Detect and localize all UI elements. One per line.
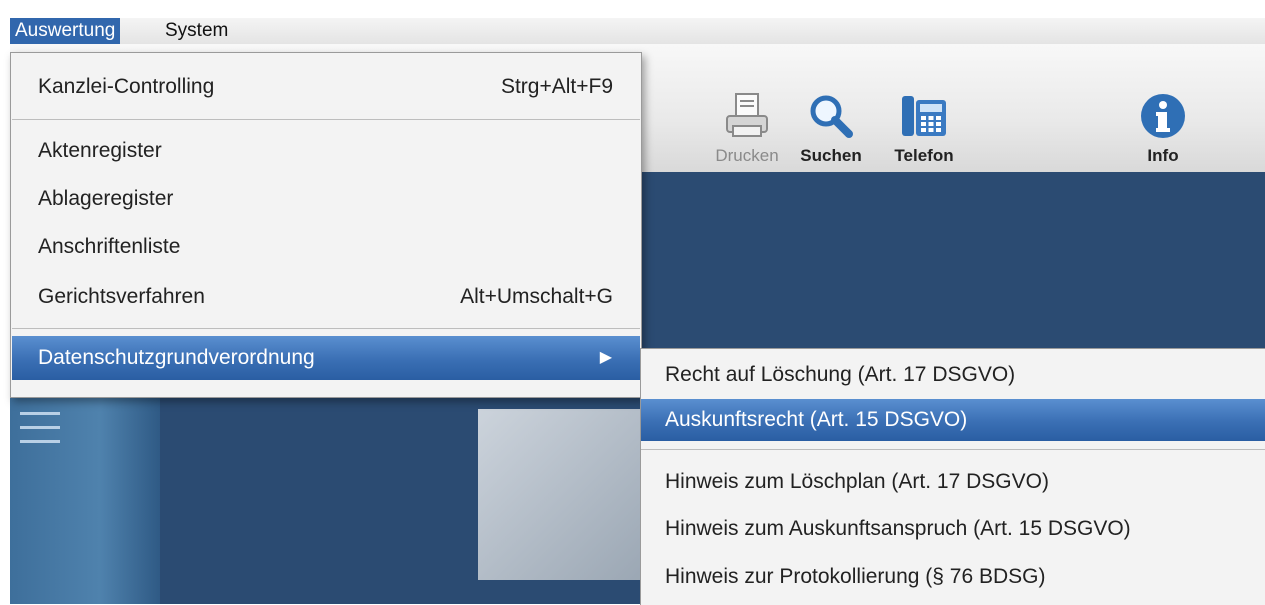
binder-illustration [10, 390, 160, 604]
info-label: Info [1147, 146, 1179, 165]
menu-item-label: Datenschutzgrundverordnung [38, 346, 315, 369]
phone-icon [900, 92, 948, 140]
printer-icon [723, 92, 771, 140]
menubar: Auswertung System [10, 18, 1265, 44]
search-label: Suchen [800, 146, 862, 165]
print-button[interactable]: Drucken [702, 92, 792, 166]
menu-item-datenschutzgrundverordnung[interactable]: Datenschutzgrundverordnung ▶ [12, 336, 640, 380]
submenu-item-recht-auf-loeschung[interactable]: Recht auf Löschung (Art. 17 DSGVO) [641, 354, 1265, 396]
menu-item-gerichtsverfahren[interactable]: Gerichtsverfahren Alt+Umschalt+G [12, 275, 640, 319]
menu-item-label: Kanzlei-Controlling [38, 75, 215, 98]
menu-item-kanzlei-controlling[interactable]: Kanzlei-Controlling Strg+Alt+F9 [12, 65, 640, 109]
menu-item-shortcut: Strg+Alt+F9 [500, 75, 613, 98]
menu-separator [12, 119, 640, 120]
menu-item-label: Aktenregister [38, 139, 162, 162]
auswertung-dropdown: Kanzlei-Controlling Strg+Alt+F9 Aktenreg… [10, 52, 642, 398]
phone-label: Telefon [894, 146, 954, 165]
submenu-item-label: Recht auf Löschung (Art. 17 DSGVO) [665, 363, 1016, 386]
menu-item-anschriftenliste[interactable]: Anschriftenliste [12, 225, 640, 269]
menu-item-label: Gerichtsverfahren [38, 285, 205, 308]
envelope-illustration [478, 409, 648, 580]
submenu-item-hinweis-auskunftsanspruch[interactable]: Hinweis zum Auskunftsanspruch (Art. 15 D… [641, 508, 1265, 550]
menu-system[interactable]: System [160, 18, 233, 44]
info-button[interactable]: Info [1118, 92, 1208, 166]
submenu-item-auskunftsrecht[interactable]: Auskunftsrecht (Art. 15 DSGVO) [641, 399, 1265, 441]
menu-auswertung[interactable]: Auswertung [10, 18, 121, 44]
submenu-item-hinweis-protokollierung[interactable]: Hinweis zur Protokollierung (§ 76 BDSG) [641, 556, 1265, 598]
submenu-item-label: Hinweis zur Protokollierung (§ 76 BDSG) [665, 565, 1046, 588]
menu-separator [12, 328, 640, 329]
menu-item-label: Anschriftenliste [38, 235, 181, 258]
menu-separator [641, 449, 1265, 450]
submenu-arrow-icon: ▶ [599, 349, 612, 366]
submenu-item-label: Auskunftsrecht (Art. 15 DSGVO) [665, 408, 968, 431]
search-button[interactable]: Suchen [786, 92, 876, 166]
submenu-item-hinweis-loeschplan[interactable]: Hinweis zum Löschplan (Art. 17 DSGVO) [641, 461, 1265, 503]
menu-item-aktenregister[interactable]: Aktenregister [12, 129, 640, 173]
menu-item-shortcut: Alt+Umschalt+G [460, 285, 613, 308]
menu-item-label: Ablageregister [38, 187, 174, 210]
search-icon [807, 92, 855, 140]
menu-item-ablageregister[interactable]: Ablageregister [12, 177, 640, 221]
info-icon [1139, 92, 1187, 140]
phone-button[interactable]: Telefon [879, 92, 969, 166]
dsgvo-submenu: Recht auf Löschung (Art. 17 DSGVO) Ausku… [640, 348, 1265, 605]
submenu-item-label: Hinweis zum Auskunftsanspruch (Art. 15 D… [665, 517, 1131, 540]
submenu-item-label: Hinweis zum Löschplan (Art. 17 DSGVO) [665, 470, 1049, 493]
print-label: Drucken [715, 146, 779, 165]
